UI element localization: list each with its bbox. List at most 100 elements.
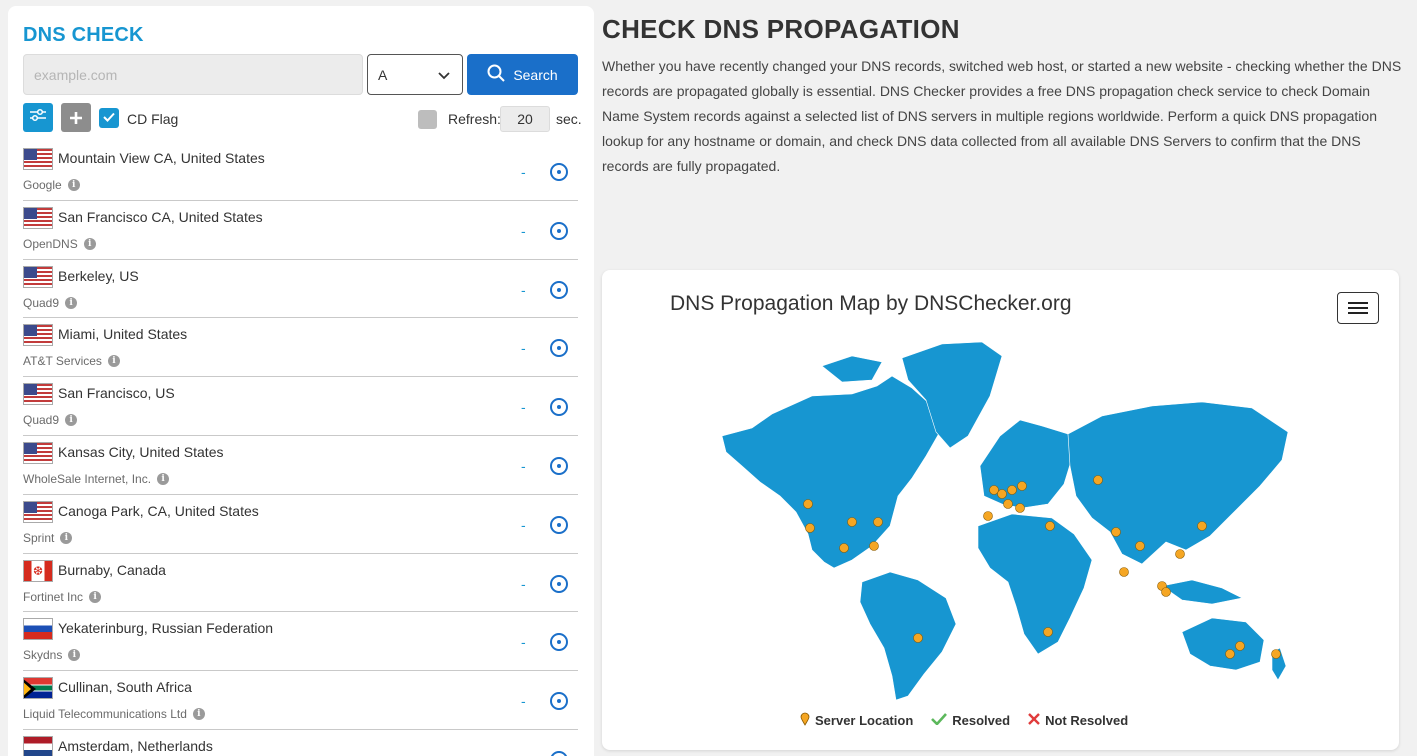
info-icon[interactable]: i [107, 355, 120, 368]
map-marker [1045, 521, 1055, 531]
propagation-map-card: DNS Propagation Map by DNSChecker.org Se… [602, 270, 1399, 750]
server-provider: AT&T Services i [23, 354, 120, 368]
page-heading: CHECK DNS PROPAGATION [602, 14, 960, 44]
info-icon[interactable]: i [65, 296, 78, 309]
refresh-checkbox[interactable] [418, 110, 437, 129]
target-icon [550, 456, 568, 475]
map-southeast-asia [1161, 579, 1243, 605]
server-provider: Liquid Telecommunications Ltd i [23, 707, 205, 721]
target-icon [550, 339, 568, 358]
page-intro: Whether you have recently changed your D… [602, 58, 1402, 174]
map-marker [1093, 475, 1103, 485]
server-provider: OpenDNS i [23, 237, 96, 251]
server-provider: Quad9 i [23, 413, 78, 427]
domain-input[interactable] [23, 54, 363, 95]
map-marker [1175, 549, 1185, 559]
server-row[interactable]: Kansas City, United States WholeSale Int… [23, 436, 578, 495]
info-icon[interactable]: i [157, 472, 170, 485]
flag-us-icon [23, 206, 53, 229]
server-location: Canoga Park, CA, United States [58, 502, 259, 519]
check-icon [931, 713, 948, 728]
flag-canada-icon: ❆ [23, 559, 53, 582]
settings-button[interactable] [23, 103, 53, 132]
map-pin-icon [800, 712, 810, 729]
search-icon [487, 64, 506, 85]
target-icon [550, 515, 568, 534]
refresh-label: Refresh: [448, 111, 501, 127]
server-result: - [521, 575, 526, 592]
refresh-unit: sec. [556, 111, 582, 127]
map-marker [1003, 499, 1013, 509]
server-location: Amsterdam, Netherlands [58, 737, 213, 754]
server-location: Cullinan, South Africa [58, 679, 192, 696]
add-server-button[interactable] [61, 103, 91, 132]
server-row[interactable]: Yekaterinburg, Russian Federation Skydns… [23, 612, 578, 672]
flag-russia-icon [23, 618, 53, 641]
map-south-america [859, 571, 957, 701]
legend-server-location: Server Location [800, 712, 913, 729]
server-result: - [521, 399, 526, 416]
cd-flag-checkbox[interactable] [99, 108, 119, 128]
map-arctic-islands [821, 355, 883, 383]
cross-icon [1028, 713, 1040, 728]
info-icon[interactable]: i [67, 179, 80, 191]
info-icon[interactable]: i [83, 237, 96, 250]
target-icon [550, 280, 568, 299]
map-menu-button[interactable] [1337, 292, 1379, 324]
server-provider: WholeSale Internet, Inc. i [23, 472, 170, 486]
map-marker [989, 485, 999, 495]
map-marker [1111, 527, 1121, 537]
target-icon [550, 221, 568, 240]
flag-us-icon [23, 441, 53, 464]
map-marker [1119, 567, 1129, 577]
server-row[interactable]: Mountain View CA, United States Google i … [23, 142, 578, 201]
server-result: - [521, 693, 526, 710]
server-location: Berkeley, US [58, 267, 139, 284]
info-icon[interactable]: i [89, 590, 102, 603]
server-provider: Skydns i [23, 648, 81, 662]
server-row[interactable]: San Francisco CA, United States OpenDNS i… [23, 201, 578, 260]
server-provider: Sprint i [23, 531, 73, 545]
target-icon [550, 163, 568, 181]
server-result: - [521, 752, 526, 756]
server-location: Burnaby, Canada [58, 561, 166, 578]
server-provider: Fortinet Inc i [23, 590, 102, 604]
map-marker [847, 517, 857, 527]
server-row[interactable]: Cullinan, South Africa Liquid Telecommun… [23, 671, 578, 730]
server-row[interactable]: Canoga Park, CA, United States Sprint i - [23, 495, 578, 554]
server-list: Mountain View CA, United States Google i … [23, 142, 578, 756]
map-marker [803, 499, 813, 509]
legend-resolved: Resolved [931, 712, 1010, 729]
server-row[interactable]: Berkeley, US Quad9 i - [23, 260, 578, 319]
map-marker [997, 489, 1007, 499]
server-location: San Francisco CA, United States [58, 208, 263, 225]
server-location: Miami, United States [58, 326, 188, 343]
info-icon[interactable]: i [68, 649, 81, 662]
server-result: - [521, 222, 526, 239]
record-type-select[interactable]: A [367, 54, 463, 95]
flag-us-icon [23, 500, 53, 523]
server-row[interactable]: Amsterdam, Netherlands - [23, 730, 578, 756]
target-icon [550, 750, 568, 756]
server-location: Kansas City, United States [58, 443, 224, 460]
flag-us-icon [23, 324, 53, 347]
server-row[interactable]: Miami, United States AT&T Services i - [23, 318, 578, 378]
map-marker [1235, 641, 1245, 651]
map-europe [979, 419, 1073, 509]
server-result: - [521, 281, 526, 298]
server-result: - [521, 634, 526, 651]
server-row[interactable]: San Francisco, US Quad9 i - [23, 377, 578, 436]
refresh-interval-input[interactable] [500, 106, 550, 132]
map-marker [1015, 503, 1025, 513]
info-icon[interactable]: i [192, 708, 205, 721]
flag-us-icon [23, 383, 53, 406]
server-row[interactable]: ❆ Burnaby, Canada Fortinet Inc i - [23, 554, 578, 613]
flag-netherlands-icon [23, 735, 53, 756]
map-legend: Server Location Resolved Not Resolved [800, 712, 1128, 729]
search-button-label: Search [513, 66, 558, 83]
map-marker [913, 633, 923, 643]
info-icon[interactable]: i [65, 414, 78, 427]
search-button[interactable]: Search [467, 54, 578, 95]
hamburger-icon [1348, 302, 1368, 304]
info-icon[interactable]: i [60, 531, 73, 544]
